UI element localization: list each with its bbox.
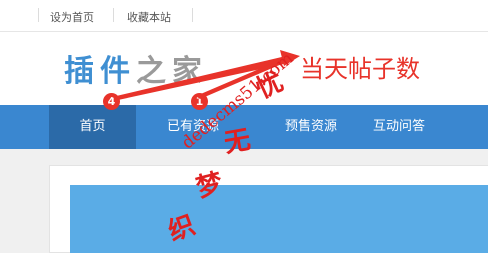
nav-item-home[interactable]: 首页 bbox=[49, 105, 136, 149]
main-nav: 首页 已有资源 预售资源 互动问答 bbox=[0, 105, 488, 149]
site-logo[interactable]: 插件之家 bbox=[64, 46, 208, 90]
nav-item-existing-resources[interactable]: 已有资源 bbox=[156, 105, 230, 149]
banner-image bbox=[70, 185, 488, 253]
logo-text-primary: 插件 bbox=[64, 54, 136, 89]
top-divider bbox=[192, 8, 193, 22]
top-divider bbox=[38, 8, 39, 22]
post-count-badge: 4 bbox=[103, 93, 120, 110]
logo-text-secondary: 之家 bbox=[136, 54, 208, 89]
annotation-label: 当天帖子数 bbox=[300, 55, 420, 83]
top-divider bbox=[113, 8, 114, 22]
post-count-badge: 1 bbox=[191, 93, 208, 110]
set-homepage-link[interactable]: 设为首页 bbox=[50, 9, 94, 25]
bookmark-site-link[interactable]: 收藏本站 bbox=[127, 9, 171, 25]
nav-item-presale-resources[interactable]: 预售资源 bbox=[268, 105, 354, 149]
nav-item-qa[interactable]: 互动问答 bbox=[360, 105, 438, 149]
top-bar: 设为首页 收藏本站 bbox=[0, 0, 488, 32]
